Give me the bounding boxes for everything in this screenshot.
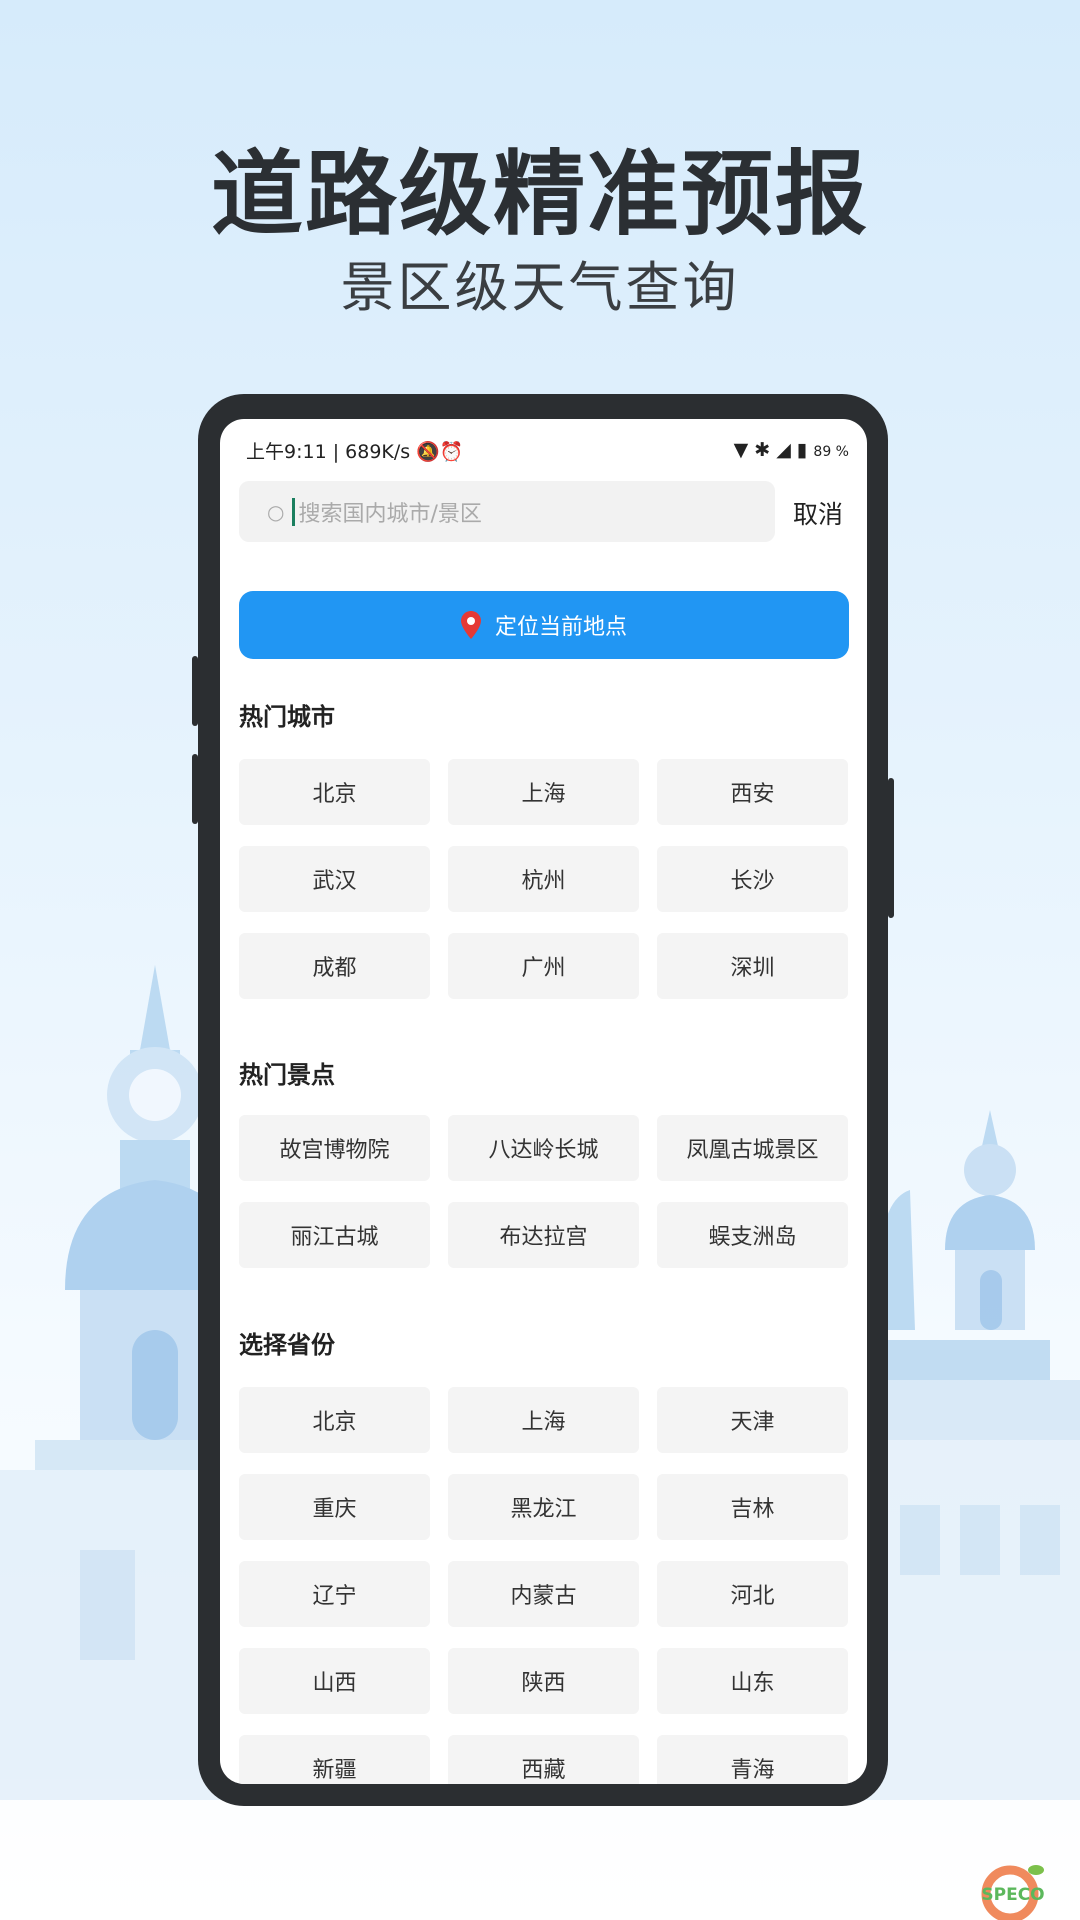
wifi-icon: ▼ (733, 439, 749, 461)
province-chip[interactable]: 吉林 (657, 1474, 848, 1540)
svg-text:SPECO: SPECO (981, 1885, 1044, 1905)
province-chip[interactable]: 河北 (657, 1561, 848, 1627)
status-right: ▼ ✱ ◢ ▮ 89 % (733, 439, 849, 461)
province-chip[interactable]: 陕西 (448, 1648, 639, 1714)
status-bar: 上午9:11 | 689K/s 🔕⏰ ▼ ✱ ◢ ▮ 89 % (246, 435, 849, 465)
spot-chip[interactable]: 故宫博物院 (239, 1115, 430, 1181)
province-chip[interactable]: 上海 (448, 1387, 639, 1453)
spot-chip[interactable]: 丽江古城 (239, 1202, 430, 1268)
city-chip[interactable]: 长沙 (657, 846, 848, 912)
search-placeholder: 搜索国内城市/景区 (298, 501, 482, 527)
city-chip[interactable]: 上海 (448, 759, 639, 825)
cancel-button[interactable]: 取消 (793, 495, 843, 531)
mute-icon: 🔕 (416, 440, 440, 463)
province-chip[interactable]: 重庆 (239, 1474, 430, 1540)
headline: 道路级精准预报 (210, 141, 869, 248)
locate-label: 定位当前地点 (494, 615, 627, 640)
spot-chip[interactable]: 布达拉宫 (448, 1202, 639, 1268)
city-chip[interactable]: 武汉 (239, 846, 430, 912)
province-chip[interactable]: 黑龙江 (448, 1474, 639, 1540)
city-chip[interactable]: 杭州 (448, 846, 639, 912)
province-chip[interactable]: 北京 (239, 1387, 430, 1453)
text-caret (292, 497, 296, 526)
spot-chip[interactable]: 八达岭长城 (448, 1115, 639, 1181)
subheadline: 景区级天气查询 (340, 256, 740, 319)
hot-spots-grid: 故宫博物院 八达岭长城 凤凰古城景区丽江古城 布达拉宫 蜈支洲岛 (239, 1115, 849, 1268)
location-pin-icon (460, 611, 481, 639)
city-chip[interactable]: 广州 (448, 933, 639, 999)
city-chip[interactable]: 北京 (239, 759, 430, 825)
hot-spots-title: 热门景点 (239, 1061, 335, 1089)
spot-chip[interactable]: 蜈支洲岛 (657, 1202, 848, 1268)
province-chip[interactable]: 天津 (657, 1387, 848, 1453)
city-chip[interactable]: 深圳 (657, 933, 848, 999)
phone-frame: 上午9:11 | 689K/s 🔕⏰ ▼ ✱ ◢ ▮ 89 % ○ 搜索国内城市… (192, 394, 894, 1806)
spot-chip[interactable]: 凤凰古城景区 (657, 1115, 848, 1181)
app-screen: 上午9:11 | 689K/s 🔕⏰ ▼ ✱ ◢ ▮ 89 % ○ 搜索国内城市… (220, 419, 867, 1784)
search-input[interactable]: ○ 搜索国内城市/景区 (239, 481, 775, 542)
province-chip[interactable]: 山东 (657, 1648, 848, 1714)
province-chip[interactable]: 青海 (657, 1735, 848, 1784)
search-icon: ○ (267, 499, 285, 524)
provinces-title: 选择省份 (239, 1331, 335, 1359)
locate-current-button[interactable]: 定位当前地点 (239, 591, 849, 659)
hot-cities-grid: 北京 上海 西安武汉 杭州 长沙成都 广州 深圳 (239, 759, 849, 999)
province-chip[interactable]: 山西 (239, 1648, 430, 1714)
province-chip[interactable]: 辽宁 (239, 1561, 430, 1627)
provinces-grid: 北京 上海 天津重庆 黑龙江 吉林辽宁 内蒙古 河北山西 陕西 山东新疆 西藏 青海 (239, 1387, 849, 1784)
province-chip[interactable]: 西藏 (448, 1735, 639, 1784)
city-chip[interactable]: 成都 (239, 933, 430, 999)
province-chip[interactable]: 内蒙古 (448, 1561, 639, 1627)
alarm-icon: ⏰ (439, 440, 464, 463)
bluetooth-icon: ✱ (754, 439, 771, 461)
speco-watermark-logo: SPECO (981, 1865, 1045, 1920)
signal-icon: ◢ (776, 439, 791, 461)
city-chip[interactable]: 西安 (657, 759, 848, 825)
status-left: 上午9:11 | 689K/s 🔕⏰ (246, 440, 464, 463)
province-chip[interactable]: 新疆 (239, 1735, 430, 1784)
battery-icon: ▮ (796, 439, 808, 461)
hot-cities-title: 热门城市 (239, 703, 335, 731)
